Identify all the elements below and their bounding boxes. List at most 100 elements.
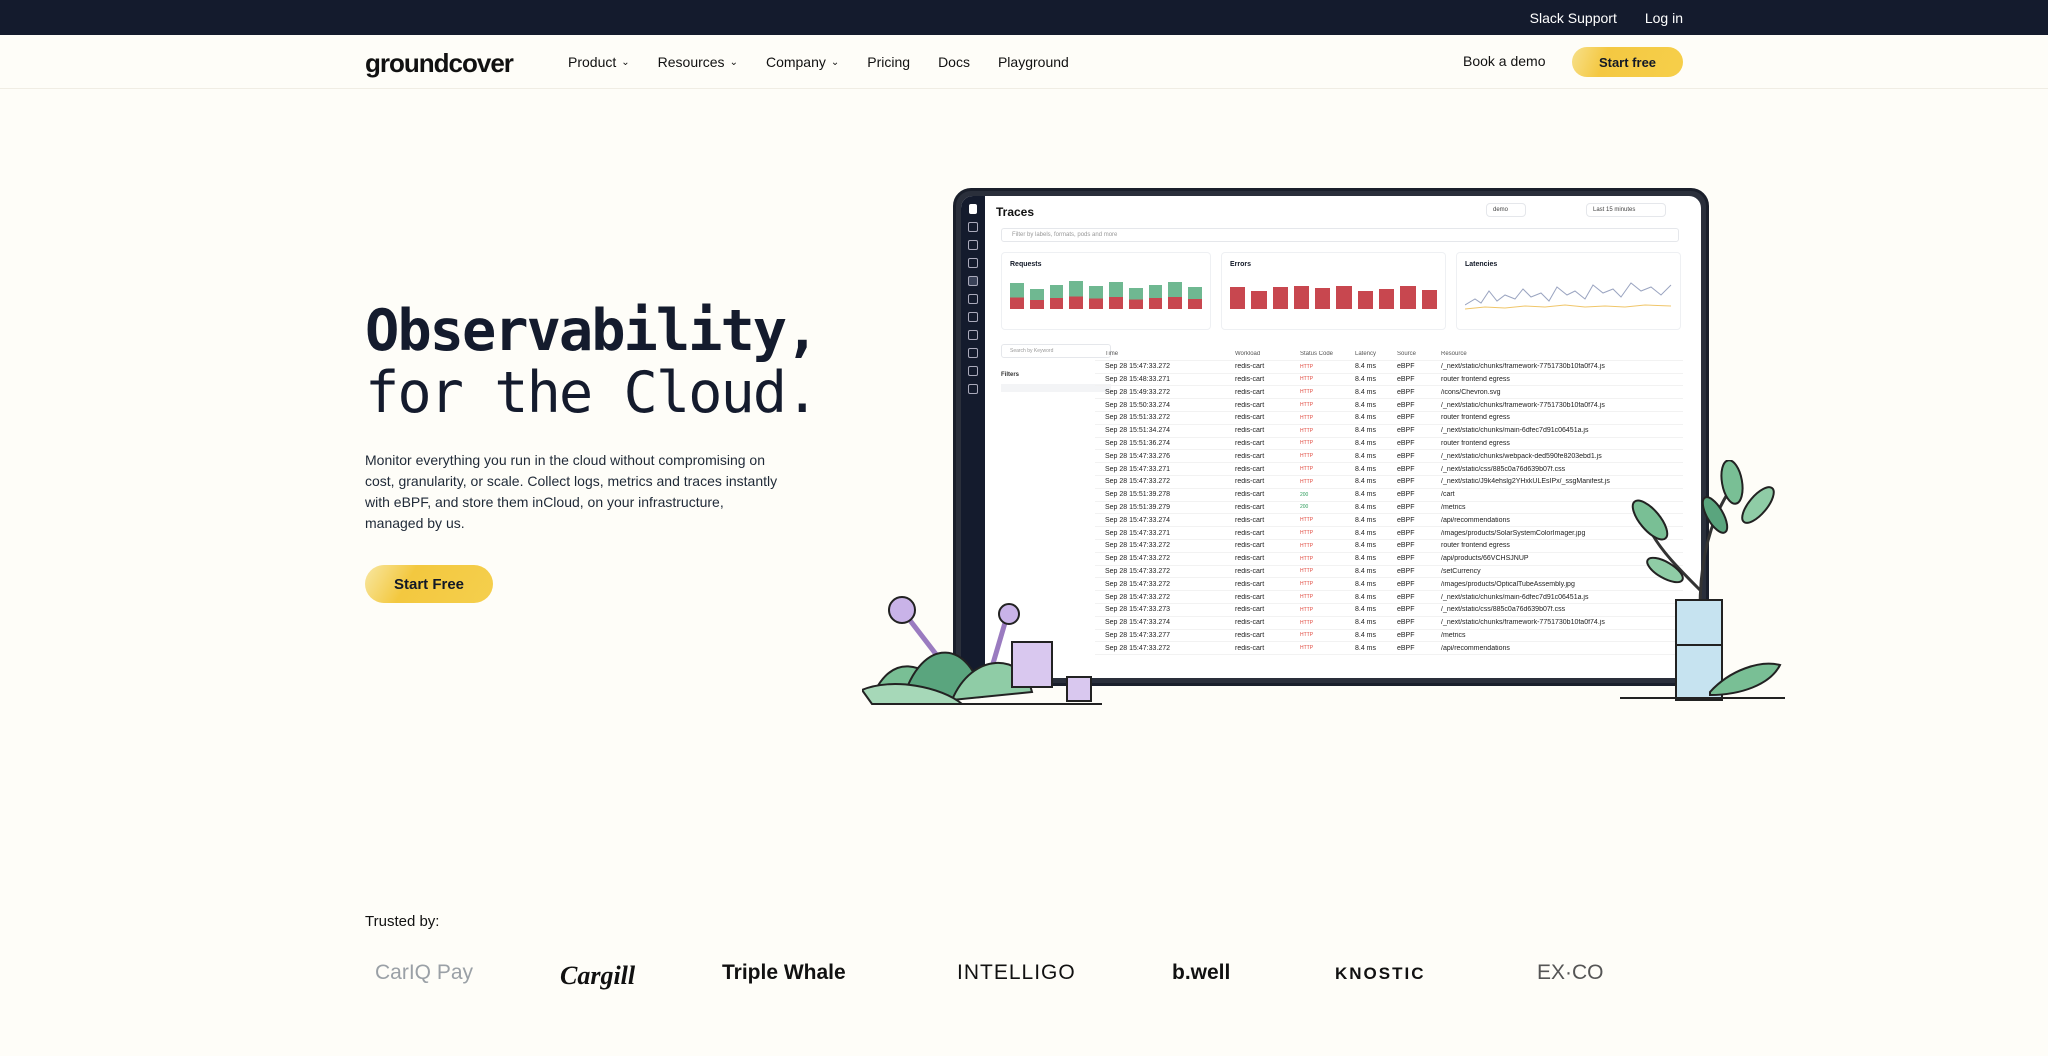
- col-source[interactable]: Source: [1397, 351, 1441, 357]
- table-row[interactable]: Sep 28 15:47:33.272 redis-cart HTTP 8.4 ms e…: [1095, 642, 1683, 656]
- login-link[interactable]: Log in: [1645, 10, 1683, 26]
- table-cell: redis-cart: [1235, 619, 1265, 627]
- table-cell: 8.4 ms: [1355, 414, 1377, 422]
- nav-item-playground[interactable]: Playground: [998, 54, 1069, 70]
- table-cell: HTTP: [1300, 606, 1314, 613]
- table-row[interactable]: Sep 28 15:47:33.272 redis-cart HTTP 8.4 ms e…: [1095, 591, 1683, 604]
- start-free-nav-button[interactable]: Start free: [1572, 47, 1683, 77]
- table-cell: 8.4 ms: [1355, 567, 1377, 575]
- table-cell: HTTP: [1300, 414, 1314, 421]
- groundcover-logo[interactable]: groundcover: [365, 48, 514, 79]
- table-cell: 8.4 ms: [1355, 593, 1377, 601]
- potted-plant-illustration: [1620, 460, 1785, 701]
- table-cell: eBPF: [1397, 452, 1415, 460]
- table-cell: redis-cart: [1235, 644, 1265, 652]
- table-cell: 8.4 ms: [1355, 542, 1377, 550]
- table-row[interactable]: Sep 28 15:48:33.271 redis-cart HTTP 8.4 ms e…: [1095, 374, 1683, 387]
- time-range-select: Last 15 minutes: [1586, 203, 1666, 217]
- table-cell: Sep 28 15:47:33.272: [1105, 644, 1171, 652]
- nav-item-product[interactable]: Product ⌄: [568, 54, 630, 70]
- table-row[interactable]: Sep 28 15:47:33.276 redis-cart HTTP 8.4 ms e…: [1095, 450, 1683, 464]
- table-row[interactable]: Sep 28 15:51:33.272 redis-cart HTTP 8.4 ms e…: [1095, 412, 1683, 425]
- table-cell: eBPF: [1397, 375, 1415, 383]
- logo-bwell: b.well: [1172, 961, 1231, 984]
- table-cell: eBPF: [1397, 388, 1415, 396]
- table-cell: 8.4 ms: [1355, 555, 1377, 563]
- table-cell: redis-cart: [1235, 631, 1265, 639]
- book-demo-link[interactable]: Book a demo: [1463, 53, 1546, 69]
- table-cell: HTTP: [1300, 517, 1314, 524]
- col-latency[interactable]: Latency: [1355, 351, 1397, 357]
- table-cell: Sep 28 15:51:34.274: [1105, 427, 1171, 435]
- table-row[interactable]: Sep 28 15:47:33.271 redis-cart HTTP 8.4 ms e…: [1095, 463, 1683, 476]
- table-cell: 8.4 ms: [1355, 516, 1377, 524]
- table-cell: Sep 28 15:51:36.274: [1105, 439, 1171, 447]
- dashboard-search: Filter by labels, formats, pods and more: [1001, 228, 1679, 242]
- slack-support-link[interactable]: Slack Support: [1530, 10, 1617, 26]
- table-cell: Sep 28 15:47:33.272: [1105, 567, 1171, 575]
- table-row[interactable]: Sep 28 15:47:33.273 redis-cart HTTP 8.4 ms e…: [1095, 604, 1683, 617]
- table-row[interactable]: Sep 28 15:47:33.274 redis-cart HTTP 8.4 ms e…: [1095, 514, 1683, 528]
- table-row[interactable]: Sep 28 15:47:33.271 redis-cart HTTP 8.4 ms e…: [1095, 527, 1683, 540]
- table-cell: redis-cart: [1235, 529, 1265, 537]
- table-cell: eBPF: [1397, 465, 1415, 473]
- col-workload[interactable]: Workload: [1235, 351, 1300, 357]
- table-cell: eBPF: [1397, 478, 1415, 486]
- table-row[interactable]: Sep 28 15:50:33.274 redis-cart HTTP 8.4 ms e…: [1095, 399, 1683, 412]
- table-row[interactable]: Sep 28 15:47:33.272 redis-cart HTTP 8.4 ms e…: [1095, 566, 1683, 579]
- table-cell: HTTP: [1300, 645, 1314, 652]
- table-cell: 200: [1300, 504, 1309, 511]
- table-row[interactable]: Sep 28 15:47:33.274 redis-cart HTTP 8.4 ms e…: [1095, 617, 1683, 630]
- env-select: demo: [1486, 203, 1526, 217]
- table-cell: 8.4 ms: [1355, 452, 1377, 460]
- table-cell: Sep 28 15:47:33.277: [1105, 631, 1171, 639]
- table-row[interactable]: Sep 28 15:49:33.272 redis-cart HTTP 8.4 ms e…: [1095, 386, 1683, 400]
- table-cell: 8.4 ms: [1355, 503, 1377, 511]
- table-cell: redis-cart: [1235, 465, 1265, 473]
- table-row[interactable]: Sep 28 15:47:33.272 redis-cart HTTP 8.4 ms e…: [1095, 361, 1683, 374]
- table-row[interactable]: Sep 28 15:47:33.272 redis-cart HTTP 8.4 ms e…: [1095, 476, 1683, 489]
- table-cell: HTTP: [1300, 440, 1314, 447]
- table-cell: eBPF: [1397, 631, 1415, 639]
- table-cell: eBPF: [1397, 414, 1415, 422]
- table-cell: redis-cart: [1235, 375, 1265, 383]
- table-cell: redis-cart: [1235, 555, 1265, 563]
- table-row[interactable]: Sep 28 15:51:39.279 redis-cart 200 8.4 ms eB…: [1095, 502, 1683, 515]
- nav-item-company[interactable]: Company ⌄: [766, 54, 839, 70]
- traces-icon: [968, 276, 978, 286]
- start-free-hero-button[interactable]: Start Free: [365, 565, 493, 603]
- col-time[interactable]: Time: [1095, 351, 1235, 357]
- chart-icon: [968, 366, 978, 376]
- table-cell: router frontend egress: [1441, 375, 1510, 383]
- nav-item-docs[interactable]: Docs: [938, 54, 970, 70]
- table-cell: redis-cart: [1235, 606, 1265, 614]
- latencies-card: Latencies: [1456, 252, 1681, 330]
- table-row[interactable]: Sep 28 15:51:34.274 redis-cart HTTP 8.4 ms e…: [1095, 425, 1683, 438]
- table-row[interactable]: Sep 28 15:47:33.272 redis-cart HTTP 8.4 ms e…: [1095, 540, 1683, 553]
- table-row[interactable]: Sep 28 15:47:33.272 redis-cart HTTP 8.4 ms e…: [1095, 578, 1683, 592]
- table-cell: Sep 28 15:47:33.272: [1105, 363, 1171, 371]
- table-cell: eBPF: [1397, 555, 1415, 563]
- table-cell: 8.4 ms: [1355, 644, 1377, 652]
- col-status[interactable]: Status Code: [1300, 351, 1355, 357]
- bell-icon: [968, 384, 978, 394]
- nav-item-pricing[interactable]: Pricing: [867, 54, 910, 70]
- nav-item-resources[interactable]: Resources ⌄: [658, 54, 738, 70]
- table-cell: redis-cart: [1235, 503, 1265, 511]
- table-cell: 8.4 ms: [1355, 375, 1377, 383]
- map-icon: [968, 258, 978, 268]
- flow-icon: [968, 312, 978, 322]
- table-cell: /_next/static/chunks/framework-7751730b1…: [1441, 401, 1605, 409]
- table-cell: 8.4 ms: [1355, 529, 1377, 537]
- table-cell: redis-cart: [1235, 439, 1265, 447]
- calendar-icon: [968, 348, 978, 358]
- table-row[interactable]: Sep 28 15:51:36.274 redis-cart HTTP 8.4 ms e…: [1095, 438, 1683, 451]
- table-cell: HTTP: [1300, 542, 1314, 549]
- col-resource[interactable]: Resource: [1441, 351, 1681, 357]
- table-cell: 8.4 ms: [1355, 388, 1377, 396]
- table-cell: redis-cart: [1235, 491, 1265, 499]
- table-cell: 8.4 ms: [1355, 478, 1377, 486]
- table-row[interactable]: Sep 28 15:47:33.272 redis-cart HTTP 8.4 ms e…: [1095, 553, 1683, 566]
- table-row[interactable]: Sep 28 15:51:39.278 redis-cart 200 8.4 ms eB…: [1095, 489, 1683, 502]
- table-row[interactable]: Sep 28 15:47:33.277 redis-cart HTTP 8.4 ms e…: [1095, 630, 1683, 643]
